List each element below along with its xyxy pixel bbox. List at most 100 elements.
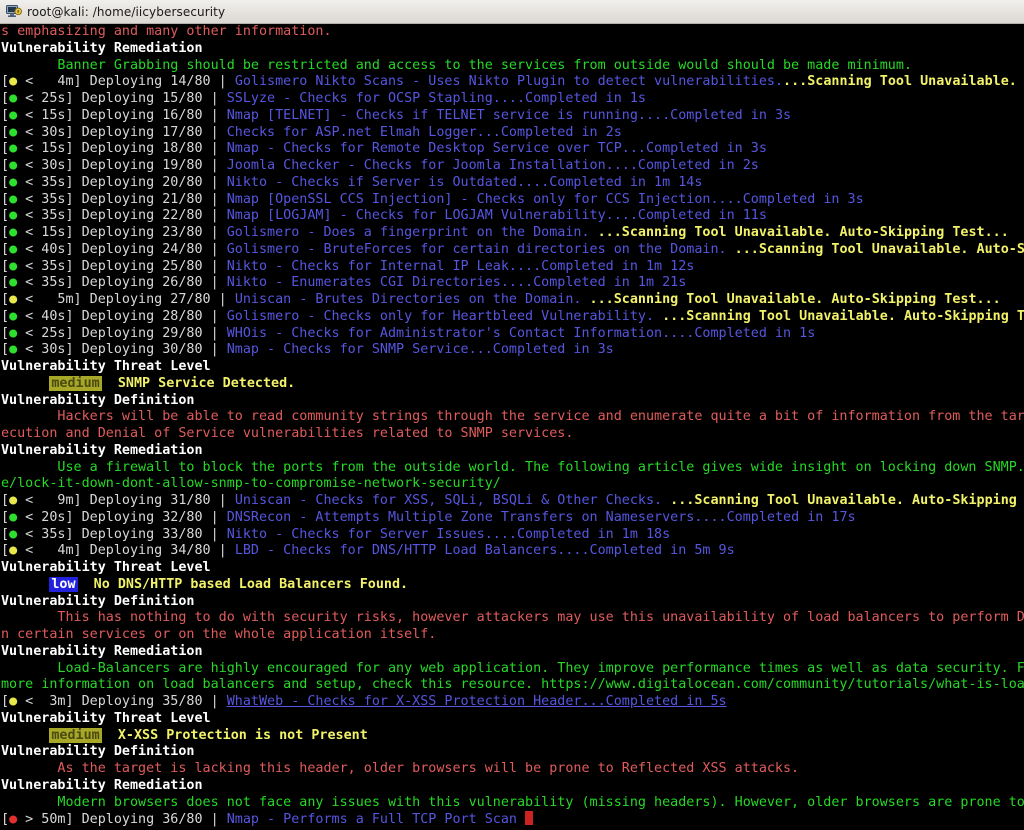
deploy-counter: Deploying 24/80 | xyxy=(73,241,227,257)
scan-status: ...Scanning Tool Unavailable. Auto-Skipp… xyxy=(589,225,1009,240)
tool-description: WhatWeb - Checks for X-XSS Protection He… xyxy=(226,694,727,709)
section-heading-line: Vulnerability Threat Level xyxy=(1,359,1024,376)
badge-indent xyxy=(1,376,49,391)
text-cursor xyxy=(525,811,534,826)
threat-badge-line: medium X-XSS Protection is not Present xyxy=(1,727,1024,745)
eta-duration: < 30s] xyxy=(17,158,74,173)
status-dot-green: ● xyxy=(9,509,18,525)
section-heading: Vulnerability Definition xyxy=(1,392,195,408)
deploy-line: [● < 25s] Deploying 29/80 | WHOis - Chec… xyxy=(1,326,1024,343)
deploy-counter: Deploying 20/80 | xyxy=(73,174,227,190)
status-dot-green: ● xyxy=(9,225,18,240)
deploy-line: [● < 35s] Deploying 20/80 | Nikto - Chec… xyxy=(1,175,1024,192)
body-text-wrapped-line: more information on load balancers and s… xyxy=(1,677,1024,694)
deploy-counter: Deploying 26/80 | xyxy=(73,275,227,291)
eta-duration: < 25s] xyxy=(17,325,74,341)
eta-duration: < 40s] xyxy=(17,241,74,257)
tool-description: Nmap [LOGJAM] - Checks for LOGJAM Vulner… xyxy=(226,208,767,224)
deploy-line: [● < 35s] Deploying 21/80 | Nmap [OpenSS… xyxy=(1,192,1024,209)
deploy-line: [● < 15s] Deploying 23/80 | Golismero - … xyxy=(1,225,1024,242)
deploy-counter: Deploying 19/80 | xyxy=(73,158,227,173)
deploy-line: [● < 30s] Deploying 19/80 | Joomla Check… xyxy=(1,158,1024,175)
body-text-line: As the target is lacking this header, ol… xyxy=(1,761,1024,778)
status-dot-green: ● xyxy=(9,308,18,324)
status-dot-green: ● xyxy=(9,275,18,291)
tool-description: Nmap [TELNET] - Checks if TELNET service… xyxy=(226,107,792,123)
body-text: As the target is lacking this header, ol… xyxy=(1,761,800,776)
bracket-open: [ xyxy=(1,258,10,274)
section-heading: Vulnerability Threat Level xyxy=(1,560,211,575)
status-dot-green: ● xyxy=(9,258,18,274)
tool-description: Nmap - Checks for SNMP Service...Complet… xyxy=(226,342,614,358)
status-dot-green: ● xyxy=(9,191,18,207)
status-badge: low xyxy=(49,576,78,592)
tool-description: SSLyze - Checks for OCSP Stapling....Com… xyxy=(226,91,646,106)
body-text-line: Modern browsers does not face any issues… xyxy=(1,795,1024,812)
deploy-line: [● < 40s] Deploying 24/80 | Golismero - … xyxy=(1,242,1024,259)
bracket-open: [ xyxy=(1,509,10,525)
eta-duration: < 3m] xyxy=(17,694,74,709)
deploy-line: [● < 4m] Deploying 34/80 | LBD - Checks … xyxy=(1,543,1024,560)
eta-duration: < 15s] xyxy=(17,225,74,240)
body-text-wrapped-line: s emphasizing and many other information… xyxy=(1,24,1024,41)
tool-description: DNSRecon - Attempts Multiple Zone Transf… xyxy=(226,509,856,525)
body-text-wrapped: e/lock-it-down-dont-allow-snmp-to-compro… xyxy=(1,476,501,492)
eta-duration: < 9m] xyxy=(17,493,82,508)
bracket-open: [ xyxy=(1,241,10,257)
section-heading-line: Vulnerability Definition xyxy=(1,744,1024,761)
deploy-counter: Deploying 25/80 | xyxy=(73,258,227,274)
bracket-open: [ xyxy=(1,141,10,157)
deploy-counter: Deploying 17/80 | xyxy=(73,124,227,140)
bracket-open: [ xyxy=(1,308,10,324)
deploy-counter: Deploying 31/80 | xyxy=(81,493,235,508)
status-dot-yellow: ● xyxy=(9,694,18,709)
body-text: Banner Grabbing should be restricted and… xyxy=(1,57,912,73)
body-text: Load-Balancers are highly encouraged for… xyxy=(1,660,1024,676)
eta-duration: < 35s] xyxy=(17,275,74,291)
deploy-line: [● < 35s] Deploying 22/80 | Nmap [LOGJAM… xyxy=(1,208,1024,225)
body-text: Modern browsers does not face any issues… xyxy=(1,794,1024,810)
status-dot-green: ● xyxy=(9,208,18,224)
deploy-line: [● < 3m] Deploying 35/80 | WhatWeb - Che… xyxy=(1,694,1024,711)
tool-description: Nikto - Checks for Internal IP Leak....C… xyxy=(226,258,695,274)
section-heading-line: Vulnerability Definition xyxy=(1,594,1024,611)
eta-duration: < 15s] xyxy=(17,107,74,123)
eta-duration: < 40s] xyxy=(17,308,74,324)
eta-duration: < 35s] xyxy=(17,526,74,542)
threat-badge-line: medium SNMP Service Detected. xyxy=(1,375,1024,393)
deploy-line: [● < 15s] Deploying 16/80 | Nmap [TELNET… xyxy=(1,108,1024,125)
section-heading: Vulnerability Definition xyxy=(1,593,195,609)
bracket-open: [ xyxy=(1,158,10,173)
body-text-line: Hackers will be able to read community s… xyxy=(1,409,1024,426)
tool-description: Uniscan - Brutes Directories on the Doma… xyxy=(234,292,582,307)
deploy-counter: Deploying 16/80 | xyxy=(73,107,227,123)
deploy-line: [● < 20s] Deploying 32/80 | DNSRecon - A… xyxy=(1,510,1024,527)
section-heading: Vulnerability Threat Level xyxy=(1,359,211,374)
deploy-counter: Deploying 30/80 | xyxy=(73,342,227,358)
tool-description: Nmap - Performs a Full TCP Port Scan xyxy=(226,812,526,828)
eta-duration: < 15s] xyxy=(17,141,74,157)
status-dot-green: ● xyxy=(9,342,18,358)
status-dot-green: ● xyxy=(9,158,18,173)
status-dot-green: ● xyxy=(9,107,18,123)
eta-duration: < 5m] xyxy=(17,292,82,307)
status-dot-green: ● xyxy=(9,141,18,157)
eta-duration: < 35s] xyxy=(17,174,74,190)
bracket-open: [ xyxy=(1,292,10,307)
bracket-open: [ xyxy=(1,74,10,90)
status-dot-green: ● xyxy=(9,174,18,190)
bracket-open: [ xyxy=(1,191,10,207)
bracket-open: [ xyxy=(1,275,10,291)
scan-status: ...Scanning Tool Unavailable. Auto-Skipp… xyxy=(734,241,1024,257)
eta-duration: > 50m] xyxy=(17,812,74,828)
status-dot-green: ● xyxy=(9,124,18,140)
deploy-counter: Deploying 21/80 | xyxy=(73,191,227,207)
terminal-output[interactable]: s emphasizing and many other information… xyxy=(0,24,1024,830)
eta-duration: < 35s] xyxy=(17,258,74,274)
threat-badge-line: low No DNS/HTTP based Load Balancers Fou… xyxy=(1,576,1024,594)
terminal-icon xyxy=(5,3,22,20)
deploy-line: [● < 30s] Deploying 17/80 | Checks for A… xyxy=(1,125,1024,142)
eta-duration: < 20s] xyxy=(17,509,74,525)
tool-description: WHOis - Checks for Administrator's Conta… xyxy=(226,325,816,341)
bracket-open: [ xyxy=(1,174,10,190)
